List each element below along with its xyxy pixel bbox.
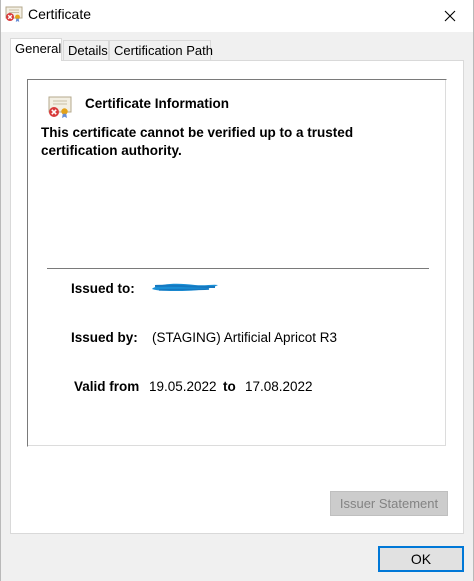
redacted-issued-to-value <box>152 283 218 291</box>
certificate-error-icon <box>5 6 23 22</box>
certificate-information-heading: Certificate Information <box>85 96 230 111</box>
issuer-statement-button[interactable]: Issuer Statement <box>330 491 448 516</box>
general-tab-panel: Certificate Information This certificate… <box>10 60 464 534</box>
title-bar: Certificate <box>1 0 473 32</box>
issued-to-label: Issued to: <box>71 281 135 296</box>
info-divider <box>47 268 429 269</box>
valid-from-value: 19.05.2022 <box>149 379 217 394</box>
certificate-error-icon <box>48 96 72 118</box>
issued-by-label: Issued by: <box>71 330 138 345</box>
verification-warning: This certificate cannot be verified up t… <box>41 125 354 158</box>
tab-general[interactable]: General <box>10 38 62 61</box>
ok-button[interactable]: OK <box>378 546 464 572</box>
close-icon <box>444 10 456 22</box>
certificate-information-box: Certificate Information This certificate… <box>27 79 447 447</box>
tab-details[interactable]: Details <box>63 40 109 60</box>
issued-by-value: (STAGING) Artificial Apricot R3 <box>152 330 338 345</box>
valid-to-value: 17.08.2022 <box>245 379 313 394</box>
window-title: Certificate <box>28 6 92 22</box>
dialog-body: General Details Certification Path Certi… <box>1 32 473 581</box>
valid-to-label: to <box>223 379 236 394</box>
tab-certification-path[interactable]: Certification Path <box>109 40 213 60</box>
close-button[interactable] <box>427 0 473 32</box>
valid-from-label: Valid from <box>74 379 140 394</box>
